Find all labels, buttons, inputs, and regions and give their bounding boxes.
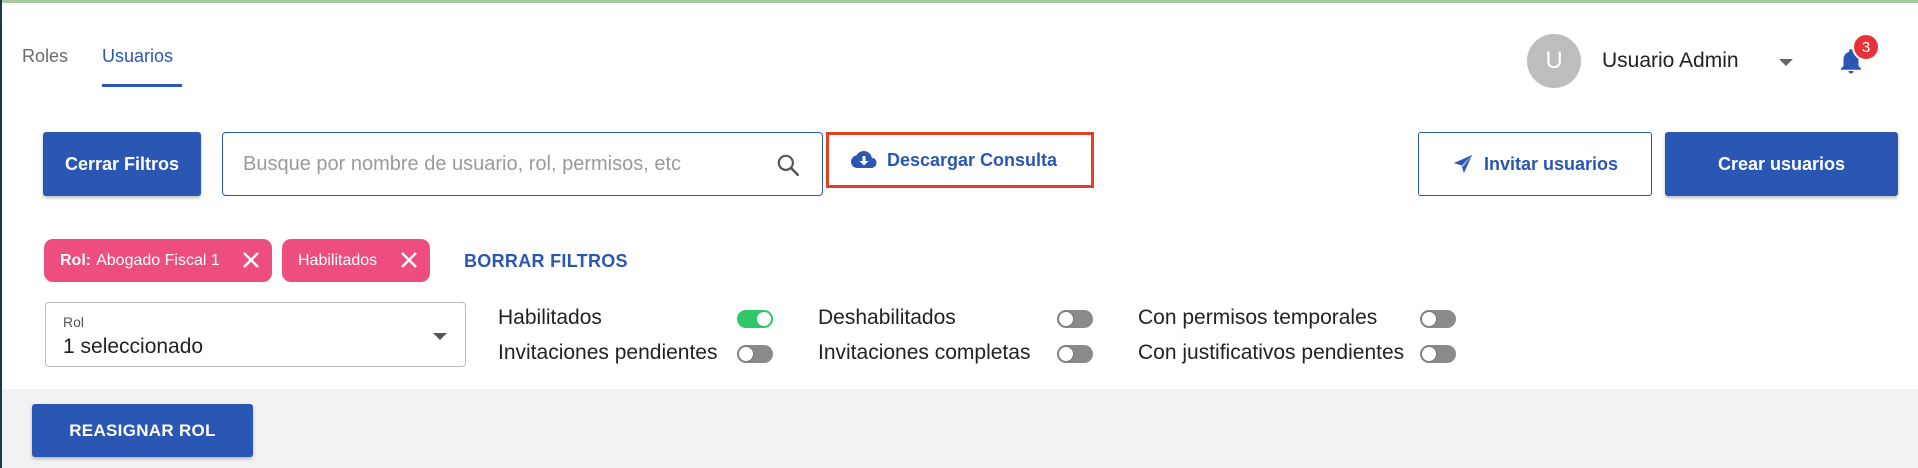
chevron-down-icon[interactable] bbox=[1779, 59, 1793, 66]
role-select[interactable]: Rol 1 seleccionado bbox=[45, 302, 466, 367]
avatar[interactable]: U bbox=[1527, 34, 1581, 88]
notification-badge: 3 bbox=[1852, 33, 1880, 61]
toggle-label-pending-justifications: Con justificativos pendientes bbox=[1138, 341, 1405, 364]
create-users-button[interactable]: Crear usuarios bbox=[1665, 132, 1898, 196]
toggle-pending-justifications[interactable] bbox=[1420, 345, 1456, 363]
chevron-down-icon bbox=[433, 333, 447, 340]
toggle-label-disabled: Deshabilitados bbox=[818, 306, 956, 329]
close-icon[interactable] bbox=[240, 249, 262, 271]
filter-chip-role[interactable]: Rol: Abogado Fiscal 1 bbox=[44, 239, 272, 282]
actions-bar bbox=[2, 389, 1918, 468]
clear-filters-button[interactable]: BORRAR FILTROS bbox=[464, 251, 628, 272]
top-border bbox=[0, 0, 1918, 3]
download-query-button[interactable]: Descargar Consulta bbox=[826, 132, 1094, 188]
toggle-label-enabled: Habilitados bbox=[498, 306, 602, 329]
role-select-value: 1 seleccionado bbox=[63, 335, 204, 358]
toggle-label-temporary-permissions: Con permisos temporales bbox=[1138, 306, 1378, 329]
user-name[interactable]: Usuario Admin bbox=[1602, 49, 1739, 73]
role-select-label: Rol bbox=[63, 314, 85, 330]
toggle-completed-invitations[interactable] bbox=[1057, 345, 1093, 363]
toggle-temporary-permissions[interactable] bbox=[1420, 310, 1456, 328]
reassign-role-button[interactable]: REASIGNAR ROL bbox=[32, 404, 253, 457]
send-icon bbox=[1453, 154, 1473, 174]
toggle-label-completed-invitations: Invitaciones completas bbox=[818, 341, 1031, 364]
download-query-label: Descargar Consulta bbox=[887, 149, 1058, 170]
toggle-enabled[interactable] bbox=[737, 310, 773, 328]
filter-chip-enabled[interactable]: Habilitados bbox=[282, 239, 430, 282]
tab-roles[interactable]: Roles bbox=[22, 46, 68, 67]
toggle-disabled[interactable] bbox=[1057, 310, 1093, 328]
toggle-pending-invitations[interactable] bbox=[737, 345, 773, 363]
tab-usuarios[interactable]: Usuarios bbox=[102, 46, 173, 67]
invite-users-label: Invitar usuarios bbox=[1483, 153, 1619, 174]
search-placeholder: Busque por nombre de usuario, rol, permi… bbox=[243, 153, 681, 175]
chip-prefix: Rol: bbox=[60, 251, 92, 269]
search-icon[interactable] bbox=[775, 152, 801, 178]
chip-label: Abogado Fiscal 1 bbox=[96, 251, 220, 269]
invite-users-button[interactable]: Invitar usuarios bbox=[1418, 132, 1652, 196]
close-filters-button[interactable]: Cerrar Filtros bbox=[43, 132, 201, 196]
toggle-label-pending-invitations: Invitaciones pendientes bbox=[498, 341, 718, 364]
active-tab-indicator bbox=[102, 84, 182, 87]
cloud-download-icon bbox=[851, 151, 877, 168]
close-icon[interactable] bbox=[398, 249, 420, 271]
search-input[interactable]: Busque por nombre de usuario, rol, permi… bbox=[222, 132, 823, 196]
chip-label: Habilitados bbox=[298, 251, 378, 269]
